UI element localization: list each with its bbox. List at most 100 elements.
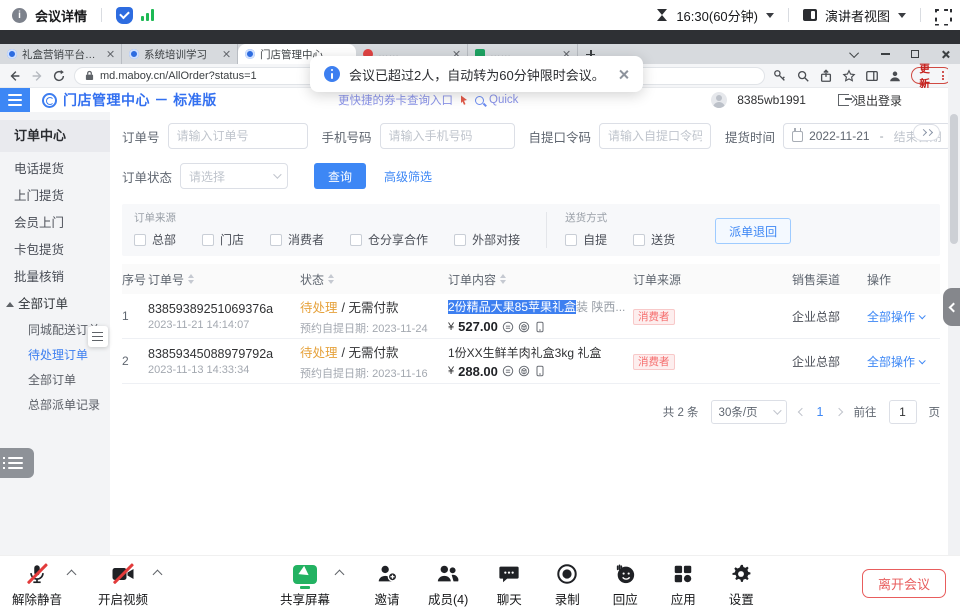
reactions-button[interactable]: 回应 (608, 562, 642, 608)
calendar-icon (792, 131, 803, 142)
all-actions-dropdown[interactable]: 全部操作 (867, 353, 940, 370)
search-button[interactable]: 查询 (314, 163, 366, 189)
reaction-smiley-icon (614, 563, 636, 585)
apps-button[interactable]: 应用 (666, 562, 700, 608)
key-icon[interactable] (773, 69, 787, 83)
view-mode-button[interactable]: 演讲者视图 (825, 6, 890, 25)
start-video-button[interactable]: 开启视频 (98, 562, 148, 608)
toast-close-icon[interactable] (618, 69, 629, 80)
coupon-icon[interactable] (502, 365, 514, 377)
sidebar-item-card-pickup[interactable]: 卡包提货 (0, 237, 110, 264)
order-status-select[interactable]: 请选择 (180, 163, 288, 189)
back-icon[interactable] (8, 69, 22, 83)
browser-tab[interactable]: 系统培训学习 (122, 44, 238, 64)
gear-icon (730, 563, 752, 585)
window-minimize-icon[interactable] (870, 44, 900, 64)
sidebar-item-door-pickup[interactable]: 上门提货 (0, 183, 110, 210)
tab-close-icon[interactable] (222, 50, 230, 58)
chevron-down-icon[interactable] (898, 13, 906, 22)
col-status[interactable]: 状态 (300, 271, 448, 288)
checkbox-source-hq[interactable]: 总部 (134, 231, 176, 248)
refresh-icon[interactable] (52, 69, 66, 83)
table-row: 1 83859389251069376a 2023-11-21 14:14:07… (122, 294, 940, 339)
sidebar-item-batch-verify[interactable]: 批量核销 (0, 264, 110, 291)
quick-entry-link[interactable]: 更快捷的券卡查询入口 Quick (338, 92, 518, 108)
chevron-up-icon[interactable] (67, 570, 77, 580)
meeting-details-button[interactable]: 会议详情 (35, 6, 87, 25)
unmute-button[interactable]: 解除静音 (12, 562, 62, 608)
phone-icon[interactable] (534, 365, 546, 377)
chevron-down-icon[interactable] (766, 13, 774, 22)
shield-check-icon[interactable] (116, 7, 133, 24)
checkbox-source-store[interactable]: 门店 (202, 231, 244, 248)
current-page[interactable]: 1 (817, 405, 824, 419)
forward-icon[interactable] (30, 69, 44, 83)
dispatch-return-button[interactable]: 派单退回 (715, 218, 791, 244)
phone-input[interactable] (380, 123, 515, 149)
all-actions-dropdown[interactable]: 全部操作 (867, 308, 940, 325)
col-order-no[interactable]: 订单号 (148, 271, 300, 288)
chevron-up-icon[interactable] (335, 570, 345, 580)
order-no-input[interactable] (168, 123, 308, 149)
sidebar-item-hq-dispatch-log[interactable]: 总部派单记录 (0, 393, 110, 418)
zoom-icon[interactable] (796, 69, 810, 83)
phone-icon[interactable] (534, 321, 546, 333)
package-icon[interactable] (518, 321, 530, 333)
next-page-icon[interactable] (834, 408, 842, 416)
share-screen-button[interactable]: 共享屏幕 (280, 562, 330, 608)
sidebar-item-phone-pickup[interactable]: 电话提货 (0, 156, 110, 183)
sidebar-group-all-orders[interactable]: 全部订单 (0, 291, 110, 318)
members-button[interactable]: 成员(4) (428, 562, 468, 608)
share-icon[interactable] (819, 69, 833, 83)
record-button[interactable]: 录制 (550, 562, 584, 608)
coupon-icon[interactable] (502, 321, 514, 333)
collapse-filters-button[interactable] (913, 124, 940, 141)
sort-icon[interactable] (188, 271, 194, 287)
prev-page-icon[interactable] (797, 408, 805, 416)
info-icon: i (12, 8, 27, 23)
checkbox-source-warehouse-share[interactable]: 仓分享合作 (350, 231, 428, 248)
table-header-row: 序号 订单号 状态 订单内容 订单来源 销售渠道 操作 (122, 264, 940, 294)
checkbox-source-consumer[interactable]: 消费者 (270, 231, 324, 248)
status-pending: 待处理 (300, 346, 338, 360)
settings-button[interactable]: 设置 (724, 562, 758, 608)
leave-meeting-button[interactable]: 离开会议 (862, 569, 946, 598)
browser-update-button[interactable]: 更新 (911, 67, 952, 84)
tab-search-icon[interactable] (840, 44, 870, 64)
checkbox-delivery-deliver[interactable]: 送货 (633, 231, 675, 248)
page-size-select[interactable]: 30条/页 (711, 400, 787, 424)
tab-close-icon[interactable] (106, 50, 114, 58)
checkbox-delivery-pickup[interactable]: 自提 (565, 231, 607, 248)
bookmark-star-icon[interactable] (842, 69, 856, 83)
quick-list-button[interactable] (0, 448, 34, 478)
side-panel-icon[interactable] (865, 69, 879, 83)
profile-icon[interactable] (888, 69, 902, 83)
scrollbar-thumb[interactable] (950, 114, 958, 244)
logout-button[interactable]: 退出登录 (838, 92, 902, 109)
signal-strength-icon[interactable] (141, 9, 154, 21)
col-content[interactable]: 订单内容 (448, 271, 633, 288)
pickup-code-input[interactable] (599, 123, 711, 149)
sort-icon[interactable] (500, 271, 506, 287)
hamburger-menu-button[interactable] (0, 88, 30, 112)
meeting-panel-handle[interactable] (943, 288, 960, 326)
chevron-up-icon[interactable] (153, 570, 163, 580)
goto-page-input[interactable] (889, 400, 917, 424)
browser-tab[interactable]: 礼盒营销平台管理中心 (0, 44, 122, 64)
invite-button[interactable]: 邀请 (370, 562, 404, 608)
advanced-filter-link[interactable]: 高级筛选 (384, 168, 432, 185)
menu-dots-icon[interactable] (942, 71, 944, 80)
sidebar-collapse-handle[interactable] (88, 326, 108, 347)
meeting-timer[interactable]: 16:30(60分钟) (676, 6, 758, 25)
fullscreen-icon[interactable] (935, 9, 948, 22)
sidebar-item-all-orders[interactable]: 全部订单 (0, 368, 110, 393)
chevron-down-icon (919, 312, 926, 319)
sort-icon[interactable] (328, 271, 334, 287)
lock-icon (85, 70, 94, 81)
sidebar-item-member-visit[interactable]: 会员上门 (0, 210, 110, 237)
checkbox-source-external[interactable]: 外部对接 (454, 231, 520, 248)
cursor-icon (458, 94, 470, 106)
order-time: 2023-11-21 14:14:07 (148, 319, 300, 331)
chat-button[interactable]: 聊天 (492, 562, 526, 608)
package-icon[interactable] (518, 365, 530, 377)
